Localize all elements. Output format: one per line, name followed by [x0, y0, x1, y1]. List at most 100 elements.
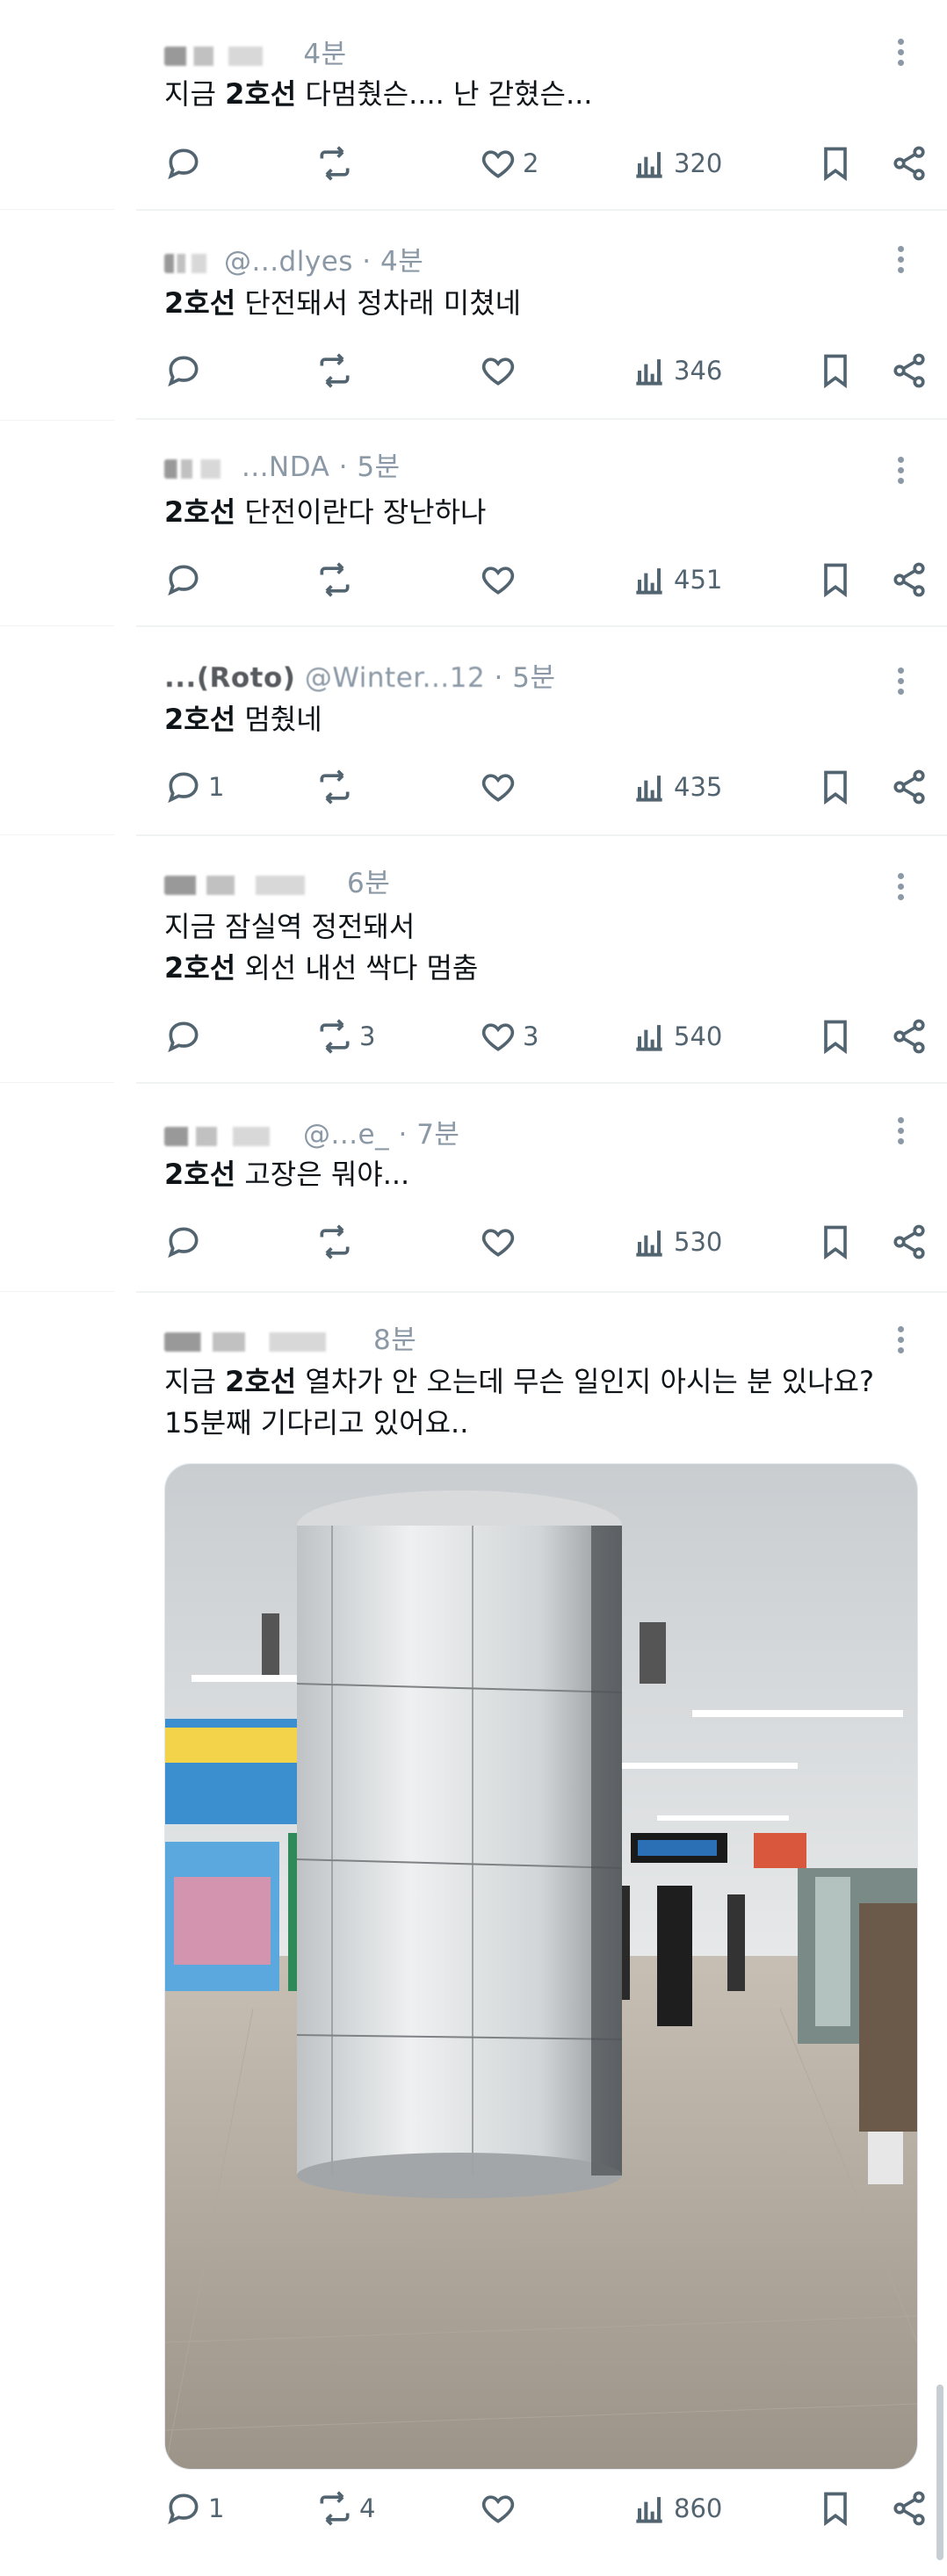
reply-button[interactable]	[164, 1221, 208, 1263]
bookmark-button[interactable]	[816, 1221, 855, 1263]
column-divider	[0, 209, 114, 210]
retweet-button[interactable]: 3	[315, 1015, 375, 1057]
reply-button[interactable]	[164, 559, 208, 601]
tweet[interactable]: 8분 지금 2호선 열차가 안 오는데 무슨 일인지 아시는 분 있나요? 15…	[136, 1291, 947, 2565]
bookmark-button[interactable]	[816, 350, 855, 392]
bookmark-icon	[824, 1020, 847, 1055]
retweet-icon	[320, 353, 350, 388]
like-button[interactable]	[479, 2487, 523, 2529]
tweet[interactable]: 6분 지금 잠실역 정전돼서 2호선 외선 내선 싹다 멈춤 3 3 540	[136, 834, 947, 1084]
tweet-handle[interactable]: @...e_	[303, 1119, 389, 1151]
tweet-time[interactable]: 7분	[416, 1119, 459, 1151]
tweet[interactable]: @...e_ · 7분 2호선 고장은 뭐야... 530	[136, 1082, 947, 1293]
tweet-time[interactable]: 8분	[373, 1324, 416, 1356]
reply-count: 1	[208, 772, 225, 802]
tweet-text: 2호선 단전돼서 정차래 미쳤네	[164, 286, 522, 320]
reply-count: 1	[208, 2493, 225, 2523]
share-button[interactable]	[890, 2487, 929, 2529]
highlight-keyword: 2호선	[225, 77, 297, 111]
tweet-time[interactable]: 5분	[512, 662, 555, 694]
share-icon	[893, 1224, 925, 1259]
tweet-time[interactable]: 5분	[357, 451, 400, 483]
tweet-handle[interactable]: ...NDA	[242, 451, 329, 483]
like-button[interactable]: 3	[479, 1015, 539, 1057]
share-icon	[893, 2491, 925, 2526]
tweet-photo[interactable]	[164, 1463, 918, 2470]
more-icon[interactable]	[898, 457, 905, 488]
retweet-button[interactable]	[315, 559, 359, 601]
heart-icon	[481, 1023, 515, 1051]
share-button[interactable]	[890, 350, 929, 392]
more-icon[interactable]	[898, 873, 905, 905]
highlight-keyword: 2호선	[164, 703, 236, 736]
tweet-time[interactable]: 4분	[380, 246, 423, 278]
bookmark-button[interactable]	[816, 1015, 855, 1057]
retweet-button[interactable]: 4	[315, 2487, 375, 2529]
like-button[interactable]	[479, 1221, 523, 1263]
retweet-button[interactable]	[315, 1221, 359, 1263]
views-icon	[636, 152, 662, 178]
tweet-header: 8분	[164, 1317, 416, 1357]
views-count: 435	[674, 772, 723, 802]
views-button[interactable]: 346	[630, 350, 722, 392]
more-icon[interactable]	[898, 1117, 905, 1149]
share-button[interactable]	[890, 559, 929, 601]
tweet[interactable]: ...NDA · 5분 2호선 단전이란다 장난하나 451	[136, 418, 947, 627]
views-button[interactable]: 320	[630, 142, 722, 184]
like-count: 3	[523, 1021, 539, 1051]
heart-icon	[481, 2495, 515, 2523]
more-icon[interactable]	[898, 1326, 905, 1358]
share-button[interactable]	[890, 1015, 929, 1057]
more-icon[interactable]	[898, 667, 905, 699]
views-button[interactable]: 451	[630, 559, 722, 601]
share-button[interactable]	[890, 142, 929, 184]
tweet[interactable]: @...dlyes · 4분 2호선 단전돼서 정차래 미쳤네 346	[136, 209, 947, 420]
bookmark-button[interactable]	[816, 559, 855, 601]
views-button[interactable]: 540	[630, 1015, 722, 1057]
more-icon[interactable]	[898, 246, 905, 278]
reply-button[interactable]	[164, 142, 208, 184]
display-name[interactable]: ...(Roto)	[164, 662, 295, 694]
share-button[interactable]	[890, 766, 929, 808]
bookmark-button[interactable]	[816, 2487, 855, 2529]
reply-icon	[168, 1021, 199, 1053]
bookmark-button[interactable]	[816, 766, 855, 808]
views-button[interactable]: 435	[630, 766, 722, 808]
reply-button[interactable]	[164, 1015, 208, 1057]
bookmark-button[interactable]	[816, 142, 855, 184]
tweet-actions: 1 4 860	[164, 2487, 925, 2529]
scrollbar[interactable]	[936, 2385, 943, 2560]
retweet-icon	[320, 1224, 350, 1259]
highlight-keyword: 2호선	[164, 951, 236, 985]
tweet-handle[interactable]: @...dlyes	[224, 246, 353, 278]
reply-button[interactable]: 1	[164, 2487, 224, 2529]
views-button[interactable]: 860	[630, 2487, 722, 2529]
highlight-keyword: 2호선	[164, 1158, 236, 1191]
retweet-button[interactable]	[315, 350, 359, 392]
bookmark-icon	[824, 563, 847, 598]
more-icon[interactable]	[898, 39, 905, 70]
tweet-time[interactable]: 4분	[303, 39, 346, 70]
tweet[interactable]: ...(Roto) @Winter...12 · 5분 2호선 멈췄네 1 435	[136, 625, 947, 836]
reply-button[interactable]: 1	[164, 766, 224, 808]
views-button[interactable]: 530	[630, 1221, 722, 1263]
tweet[interactable]: 4분 지금 2호선 다멈췄슨.... 난 갇혔슨... 2 320	[136, 0, 947, 211]
like-button[interactable]	[479, 766, 523, 808]
tweet-time[interactable]: 6분	[347, 868, 390, 899]
views-count: 451	[674, 565, 723, 595]
tweet-handle[interactable]: @Winter...12	[305, 662, 485, 694]
like-button[interactable]	[479, 559, 523, 601]
column-divider	[0, 625, 114, 626]
share-button[interactable]	[890, 1221, 929, 1263]
blurred-username	[164, 253, 217, 273]
retweet-button[interactable]	[315, 766, 359, 808]
heart-icon	[481, 774, 515, 802]
like-button[interactable]	[479, 350, 523, 392]
like-button[interactable]: 2	[479, 142, 539, 184]
highlight-keyword: 2호선	[164, 286, 236, 320]
reply-button[interactable]	[164, 350, 208, 392]
reply-icon	[168, 356, 199, 387]
tweet-header: 4분	[164, 32, 347, 71]
retweet-button[interactable]	[315, 142, 359, 184]
share-icon	[893, 769, 925, 805]
